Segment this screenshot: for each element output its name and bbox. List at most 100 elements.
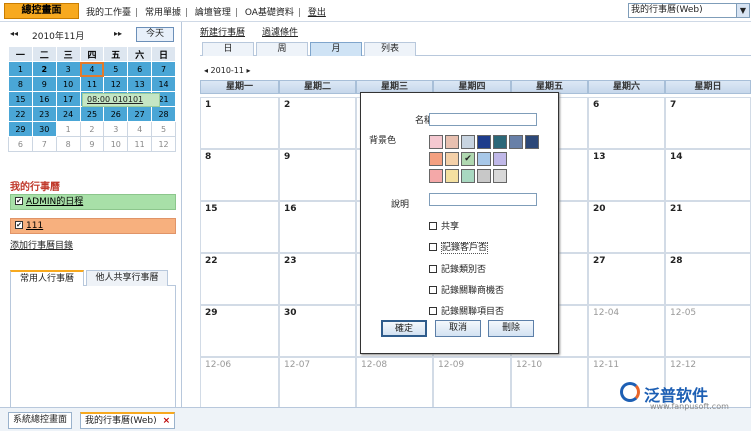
color-swatch-selected[interactable]: ✔ — [461, 152, 475, 166]
month-navigator[interactable]: ◂ 2010-11 ▸ — [204, 66, 251, 75]
checkbox-checked-icon[interactable]: ✔ — [15, 220, 23, 229]
mini-day-other-month[interactable]: 9 — [79, 136, 105, 152]
mini-day[interactable]: 6 — [127, 61, 153, 77]
tab-common-calendars[interactable]: 常用人行事曆 — [10, 270, 84, 286]
mini-day-other-month[interactable]: 2 — [79, 121, 105, 137]
day-cell-other-month[interactable]: 12-06 — [200, 357, 279, 409]
mini-day-selected[interactable]: 4 — [79, 61, 105, 77]
option-share[interactable]: 共享 — [429, 219, 459, 232]
mini-day-other-month[interactable]: 8 — [55, 136, 81, 152]
mini-day[interactable]: 7 — [151, 61, 176, 77]
option-record-category[interactable]: 記錄類別否 — [429, 262, 486, 275]
tab-system-console[interactable]: 系統總控畫面 — [8, 412, 73, 429]
menu-item-oa-data[interactable]: OA基礎資料 — [245, 5, 294, 18]
color-swatch[interactable] — [509, 135, 523, 149]
mini-day[interactable]: 24 — [55, 106, 81, 122]
calendar-select[interactable]: 我的行事曆(Web) ▼ — [628, 3, 750, 18]
day-cell[interactable]: 20 — [588, 201, 665, 253]
color-swatch[interactable] — [493, 152, 507, 166]
confirm-button[interactable]: 確定 — [381, 320, 427, 337]
tab-week[interactable]: 周 — [256, 42, 308, 56]
tab-month[interactable]: 月 — [310, 42, 362, 56]
color-swatch[interactable] — [477, 169, 491, 183]
mini-day[interactable]: 30 — [31, 121, 57, 137]
menu-item-forum[interactable]: 論壇管理 — [195, 5, 231, 18]
color-swatch[interactable] — [493, 169, 507, 183]
mini-day-other-month[interactable]: 4 — [127, 121, 153, 137]
mini-day[interactable]: 14 — [151, 76, 176, 92]
checkbox-icon[interactable] — [429, 264, 437, 273]
calendar-item-111[interactable]: ✔ 111 — [10, 218, 176, 234]
mini-day-other-month[interactable]: 11 — [127, 136, 153, 152]
mini-day[interactable]: 28 — [151, 106, 176, 122]
mini-day[interactable]: 22 — [8, 106, 33, 122]
mini-day[interactable]: 2 — [31, 61, 57, 77]
mini-day[interactable]: 26 — [103, 106, 129, 122]
day-cell[interactable]: 15 — [200, 201, 279, 253]
option-record-project[interactable]: 記錄關聯項目否 — [429, 304, 504, 317]
calendar-event[interactable]: 08:00 010101 — [82, 93, 160, 107]
cancel-button[interactable]: 取消 — [435, 320, 481, 337]
day-cell[interactable]: 13 — [588, 149, 665, 201]
day-cell[interactable]: 8 — [200, 149, 279, 201]
delete-button[interactable]: 刪除 — [488, 320, 534, 337]
color-swatch[interactable] — [445, 169, 459, 183]
mini-day[interactable]: 1 — [8, 61, 33, 77]
mini-day[interactable]: 9 — [31, 76, 57, 92]
option-record-opportunity[interactable]: 記錄關聯商機否 — [429, 283, 504, 296]
day-cell[interactable]: 16 — [279, 201, 356, 253]
mini-day-other-month[interactable]: 3 — [103, 121, 129, 137]
mini-day-other-month[interactable]: 5 — [151, 121, 176, 137]
mini-day[interactable]: 27 — [127, 106, 153, 122]
color-swatch[interactable] — [445, 152, 459, 166]
mini-day[interactable]: 16 — [31, 91, 57, 107]
mini-day-other-month[interactable]: 6 — [8, 136, 33, 152]
day-cell-other-month[interactable]: 12-08 — [356, 357, 433, 409]
mini-day[interactable]: 8 — [8, 76, 33, 92]
mini-day-other-month[interactable]: 12 — [151, 136, 176, 152]
mini-day[interactable]: 29 — [8, 121, 33, 137]
checkbox-icon[interactable] — [429, 306, 437, 315]
day-cell[interactable]: 21 — [665, 201, 751, 253]
color-swatch[interactable] — [461, 135, 475, 149]
calendar-item-label[interactable]: 111 — [26, 221, 43, 231]
filter-link[interactable]: 過濾條件 — [262, 25, 298, 38]
mini-day-other-month[interactable]: 7 — [31, 136, 57, 152]
checkbox-icon[interactable] — [429, 221, 437, 230]
day-cell[interactable]: 28 — [665, 253, 751, 305]
color-swatch[interactable] — [445, 135, 459, 149]
color-swatch[interactable] — [477, 135, 491, 149]
next-month-icon[interactable]: ▸▸ — [114, 29, 122, 38]
new-event-link[interactable]: 新建行事曆 — [200, 25, 245, 38]
color-swatch[interactable] — [525, 135, 539, 149]
day-cell[interactable]: 30 — [279, 305, 356, 357]
menu-item-workbench[interactable]: 我的工作臺 — [86, 5, 131, 18]
today-button[interactable]: 今天 — [136, 27, 174, 42]
day-cell-other-month[interactable]: 12-05 — [665, 305, 751, 357]
name-input[interactable] — [429, 113, 537, 126]
tab-shared-calendars[interactable]: 他人共享行事曆 — [86, 270, 168, 286]
checkbox-icon[interactable] — [429, 242, 437, 251]
day-cell-other-month[interactable]: 12-09 — [433, 357, 511, 409]
mini-day-other-month[interactable]: 10 — [103, 136, 129, 152]
mini-day[interactable]: 23 — [31, 106, 57, 122]
day-cell[interactable]: 23 — [279, 253, 356, 305]
tab-list[interactable]: 列表 — [364, 42, 416, 56]
day-cell[interactable]: 27 — [588, 253, 665, 305]
checkbox-checked-icon[interactable]: ✔ — [15, 196, 23, 205]
mini-day[interactable]: 10 — [55, 76, 81, 92]
mini-day[interactable]: 17 — [55, 91, 81, 107]
day-cell-other-month[interactable]: 12-04 — [588, 305, 665, 357]
mini-day-other-month[interactable]: 1 — [55, 121, 81, 137]
day-cell[interactable]: 7 — [665, 97, 751, 149]
mini-day[interactable]: 25 — [79, 106, 105, 122]
color-swatch[interactable] — [429, 169, 443, 183]
color-swatch[interactable] — [477, 152, 491, 166]
close-icon[interactable]: × — [163, 416, 171, 426]
checkbox-icon[interactable] — [429, 285, 437, 294]
mini-day[interactable]: 12 — [103, 76, 129, 92]
color-swatch[interactable] — [429, 152, 443, 166]
day-cell[interactable]: 9 — [279, 149, 356, 201]
tab-day[interactable]: 日 — [202, 42, 254, 56]
color-swatch[interactable] — [429, 135, 443, 149]
